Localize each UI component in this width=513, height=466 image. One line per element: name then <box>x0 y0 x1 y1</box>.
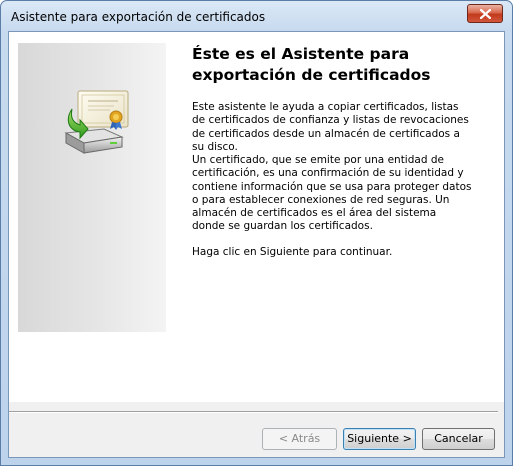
continue-instruction: Haga clic en Siguiente para continuar. <box>192 246 393 258</box>
close-icon <box>480 9 491 19</box>
title-bar[interactable]: Asistente para exportación de certificad… <box>1 1 512 31</box>
next-button[interactable]: Siguiente > <box>343 428 416 450</box>
certificate-explanation-paragraph: Un certificado, que se emite por una ent… <box>192 154 472 233</box>
wizard-window: Asistente para exportación de certificad… <box>0 0 513 466</box>
wizard-side-panel <box>18 43 166 332</box>
close-button[interactable] <box>467 4 503 23</box>
wizard-client-area: Éste es el Asistente para exportación de… <box>8 31 505 458</box>
certificate-export-icon <box>64 90 129 154</box>
cancel-button[interactable]: Cancelar <box>422 428 495 450</box>
wizard-heading: Éste es el Asistente para exportación de… <box>192 45 431 84</box>
intro-paragraph: Este asistente le ayuda a copiar certifi… <box>192 101 469 153</box>
window-title: Asistente para exportación de certificad… <box>11 10 266 24</box>
button-separator <box>9 411 498 413</box>
wizard-page: Éste es el Asistente para exportación de… <box>9 32 504 402</box>
back-button[interactable]: < Atrás <box>262 428 337 450</box>
